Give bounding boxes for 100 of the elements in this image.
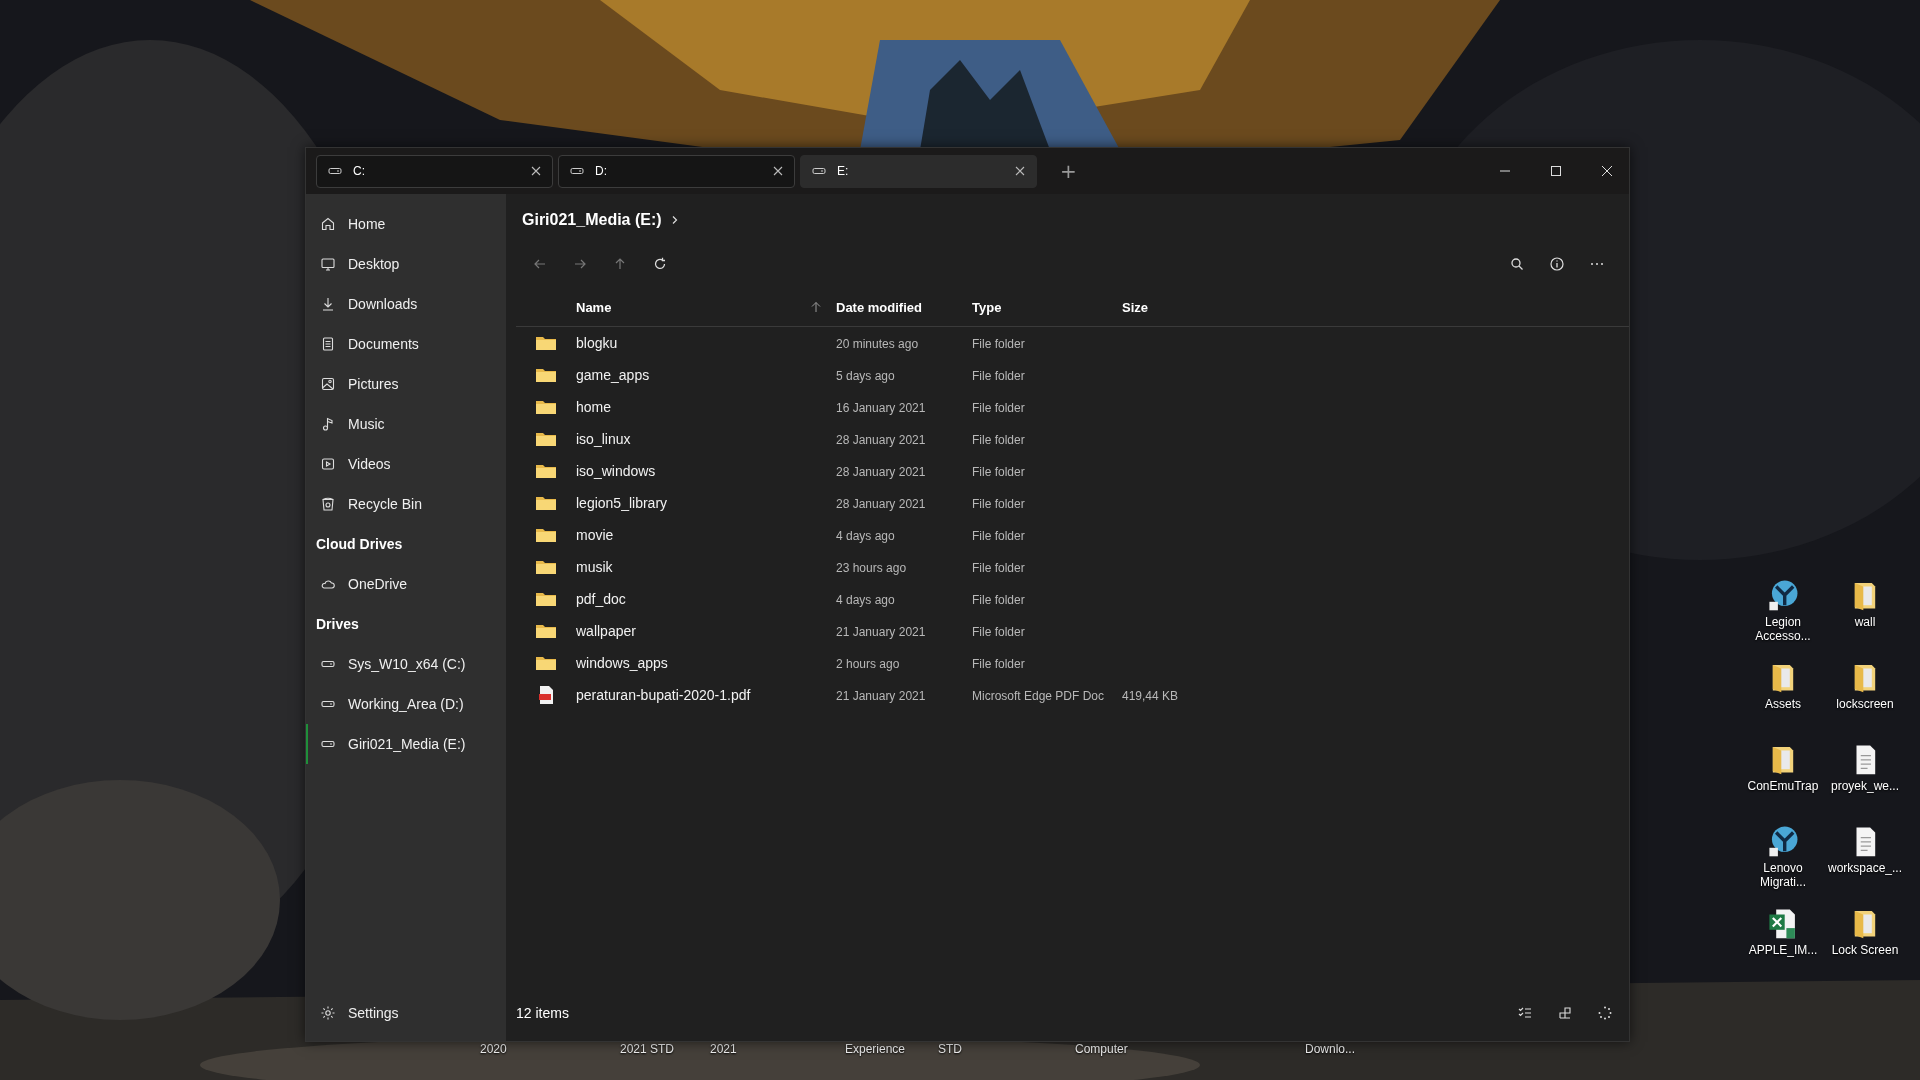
file-type: File folder — [972, 529, 1025, 543]
desktop-icon-label[interactable]: APPLE_IM... — [1743, 943, 1823, 957]
date-modified: 16 January 2021 — [836, 401, 926, 415]
sidebar-item[interactable]: Home — [306, 204, 506, 244]
desktop-icon-label[interactable]: Legion Accesso... — [1743, 615, 1823, 643]
settings-item[interactable]: Settings — [306, 993, 506, 1033]
bin-icon — [320, 496, 336, 512]
file-type: File folder — [972, 465, 1025, 479]
breadcrumb[interactable]: Giri021_Media (E:) — [522, 211, 662, 229]
file-type: File folder — [972, 497, 1025, 511]
file-type: File folder — [972, 561, 1025, 575]
app-icon[interactable] — [1766, 824, 1800, 858]
close-icon[interactable] — [772, 165, 784, 177]
file-type: File folder — [972, 401, 1025, 415]
file-name[interactable]: peraturan-bupati-2020-1.pdf — [576, 687, 751, 703]
settings-icon — [320, 1005, 336, 1021]
download-icon — [320, 296, 336, 312]
refresh-icon[interactable] — [652, 256, 668, 272]
file-name[interactable]: legion5_library — [576, 495, 668, 511]
desktop-icon-label[interactable]: Lenovo Migrati... — [1743, 861, 1823, 889]
sidebar-item[interactable]: Recycle Bin — [306, 484, 506, 524]
loading-icon — [1597, 1005, 1613, 1021]
column-header[interactable]: Type — [972, 300, 1002, 315]
sidebar-item[interactable]: Pictures — [306, 364, 506, 404]
layout-icon[interactable] — [1557, 1005, 1573, 1021]
desktop-icon-label[interactable]: Downlo... — [1305, 1042, 1356, 1056]
desktop-icon-label[interactable]: Experience — [845, 1042, 906, 1056]
sidebar-item[interactable]: Desktop — [306, 244, 506, 284]
tab[interactable]: E: — [800, 154, 1037, 188]
date-modified: 4 days ago — [836, 593, 895, 607]
search-icon[interactable] — [1509, 256, 1525, 272]
column-header[interactable]: Name — [576, 299, 612, 315]
folder-icon — [535, 335, 557, 351]
sidebar-item[interactable]: Working_Area (D:) — [306, 684, 506, 724]
info-icon[interactable] — [1549, 256, 1565, 272]
file-type: File folder — [972, 657, 1025, 671]
sidebar-item[interactable]: Downloads — [306, 284, 506, 324]
desktop-icon — [320, 256, 336, 272]
desktop-icon-label[interactable]: Lock Screen — [1825, 943, 1905, 957]
date-modified: 23 hours ago — [836, 561, 907, 575]
file-name[interactable]: pdf_doc — [576, 591, 626, 607]
file-name[interactable]: iso_linux — [576, 431, 631, 447]
date-modified: 28 January 2021 — [836, 497, 926, 511]
desktop-icon-label[interactable]: 2020 — [480, 1042, 507, 1056]
sidebar-item[interactable]: Videos — [306, 444, 506, 484]
new-tab-button[interactable]: + — [1056, 159, 1081, 183]
sidebar-heading: Drives — [315, 615, 360, 634]
sidebar-item[interactable]: OneDrive — [306, 564, 506, 604]
desktop-icon-label[interactable]: 2021 STD — [620, 1042, 675, 1056]
folder-icon — [535, 431, 557, 447]
close-icon[interactable] — [1014, 165, 1026, 177]
close-icon[interactable] — [1601, 165, 1613, 177]
video-icon — [320, 456, 336, 472]
document-icon — [320, 336, 336, 352]
tab[interactable]: D: — [558, 154, 795, 188]
sidebar-item[interactable]: Music — [306, 404, 506, 444]
desktop-icon-label[interactable]: STD — [938, 1042, 962, 1056]
app-icon[interactable] — [1766, 578, 1800, 612]
details-view-icon[interactable] — [1517, 1005, 1533, 1021]
file-name[interactable]: home — [576, 399, 612, 415]
date-modified: 21 January 2021 — [836, 689, 926, 703]
file-name[interactable]: windows_apps — [576, 655, 668, 671]
item-count: 12 items — [516, 1005, 569, 1021]
file-name[interactable]: wallpaper — [576, 623, 636, 639]
file-type: File folder — [972, 625, 1025, 639]
desktop-icon-label[interactable]: Assets — [1743, 697, 1823, 711]
file-name[interactable]: iso_windows — [576, 463, 656, 479]
maximize-icon[interactable] — [1550, 165, 1562, 177]
desktop-icon-label[interactable]: proyek_we... — [1825, 779, 1905, 793]
sidebar-heading: Cloud Drives — [315, 535, 404, 554]
desktop-icon-label[interactable]: lockscreen — [1825, 697, 1905, 711]
sort-ascending-icon[interactable] — [810, 301, 822, 313]
date-modified: 20 minutes ago — [836, 337, 919, 351]
folder-icon — [535, 367, 557, 383]
column-header[interactable]: Size — [1122, 300, 1148, 315]
file-type: File folder — [972, 433, 1025, 447]
home-icon — [320, 216, 336, 232]
date-modified: 4 days ago — [836, 529, 895, 543]
file-type: Microsoft Edge PDF Doc — [972, 689, 1105, 703]
desktop-icon-label[interactable]: ConEmuTrap — [1743, 779, 1823, 793]
file-name[interactable]: blogku — [576, 335, 618, 351]
file-name[interactable]: movie — [576, 527, 614, 543]
date-modified: 2 hours ago — [836, 657, 900, 671]
date-modified: 28 January 2021 — [836, 465, 926, 479]
desktop-icon-label[interactable]: 2021 — [710, 1042, 737, 1056]
column-header[interactable]: Date modified — [836, 300, 922, 315]
file-name[interactable]: game_apps — [576, 367, 650, 383]
folder-icon — [535, 463, 557, 479]
sidebar-item[interactable]: Documents — [306, 324, 506, 364]
tab[interactable]: C: — [316, 154, 553, 188]
date-modified: 28 January 2021 — [836, 433, 926, 447]
file-type: File folder — [972, 593, 1025, 607]
desktop-icon-label[interactable]: Computer — [1075, 1042, 1128, 1056]
file-name[interactable]: musik — [576, 559, 613, 575]
desktop-icon-label[interactable]: wall — [1825, 615, 1905, 629]
close-icon[interactable] — [530, 165, 542, 177]
desktop-icon-label[interactable]: workspace_... — [1825, 861, 1905, 875]
picture-icon — [320, 376, 336, 392]
sidebar-item[interactable]: Sys_W10_x64 (C:) — [306, 644, 506, 684]
folder-icon — [535, 623, 557, 639]
